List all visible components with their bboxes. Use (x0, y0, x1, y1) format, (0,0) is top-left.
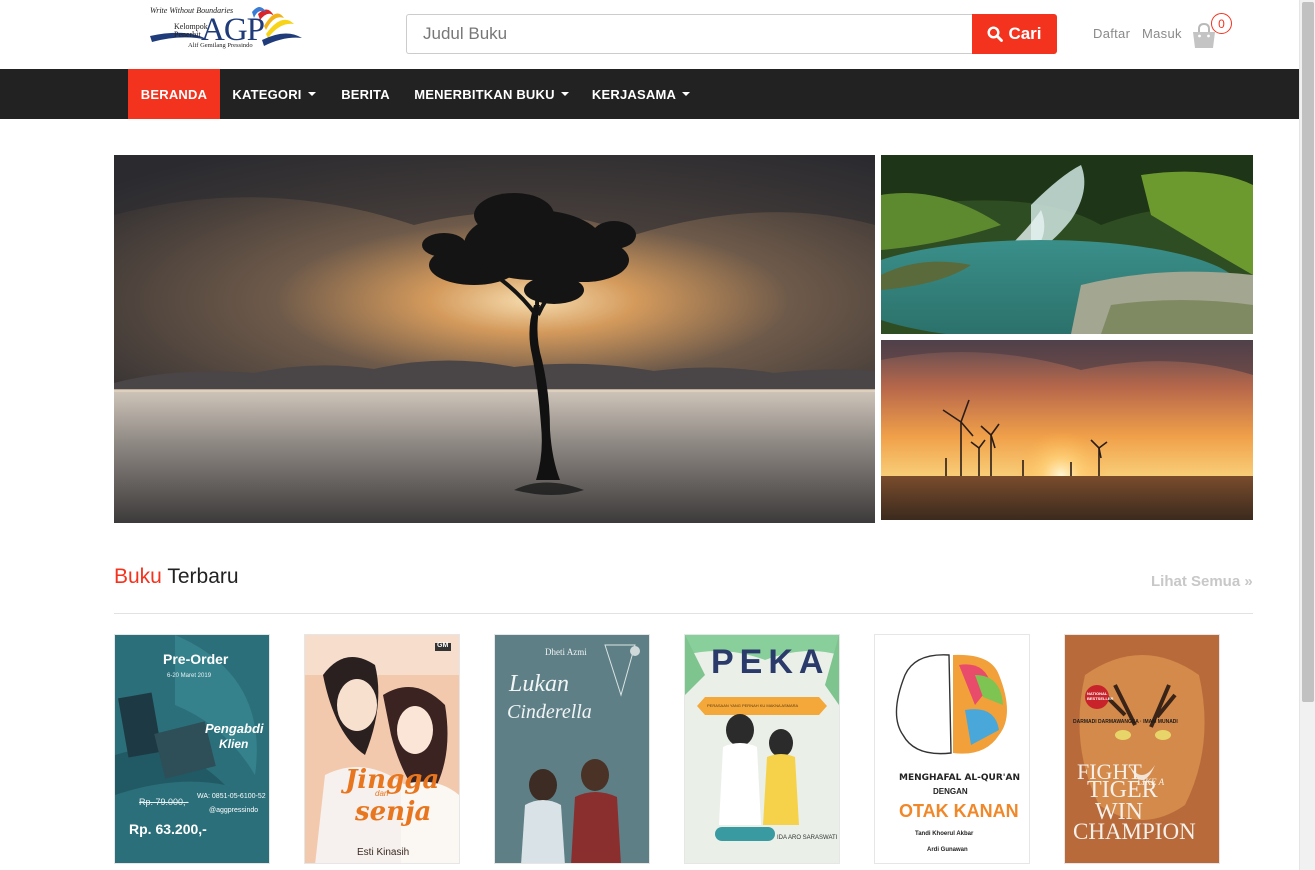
section-title-rest: Terbaru (167, 565, 239, 588)
search-button-label: Cari (1008, 24, 1042, 43)
cover-title3: OTAK KANAN (899, 801, 1019, 821)
login-link[interactable]: Masuk (1142, 26, 1182, 41)
scrollbar-thumb[interactable] (1302, 2, 1314, 702)
cover-title: PEKA (711, 643, 830, 681)
main-nav: BERANDA KATEGORI BERITA MENERBITKAN BUKU… (0, 69, 1299, 119)
cover-author2: Ardi Gunawan (927, 847, 968, 853)
cover-title2: Cinderella (507, 701, 592, 723)
cover-publisher: GM (437, 642, 449, 649)
caret-down-icon (682, 92, 691, 96)
banner-main-tree-lake[interactable] (114, 155, 875, 523)
caret-down-icon (560, 92, 569, 96)
cover-title1: MENGHAFAL AL-QUR'AN (899, 773, 1021, 783)
banner-waterfall-image (881, 155, 1253, 334)
cover-title1: Jingga (345, 765, 440, 795)
cover-author: IDA ARO SARASWATI (777, 835, 838, 841)
cover-badge: NATIONAL BESTSELLER (1087, 691, 1114, 701)
search-input[interactable] (406, 14, 972, 54)
site-logo[interactable]: Write Without Boundaries Kelompok Penerbi… (148, 4, 302, 54)
cover-title5: CHAMPION (1073, 819, 1196, 844)
cover-authors: DARMADI DARMAWANGSA · IMAM MUNADI (1073, 719, 1178, 725)
cover-title2: DENGAN (933, 787, 968, 796)
nav-menerbitkan-buku-label: MENERBITKAN BUKU (414, 86, 555, 102)
book-cover-fight-like-a-tiger[interactable]: NATIONAL BESTSELLER DARMADI DARMAWANGSA … (1065, 635, 1219, 863)
cover-title3: senja (355, 797, 432, 827)
search-icon (987, 26, 1004, 42)
caret-down-icon (307, 92, 316, 96)
book-cover-art (495, 635, 649, 863)
cover-subtitle: PERASAAN YANG PERNAH KU MAKNA ASMARA (707, 703, 799, 708)
section-title-accent: Buku (114, 565, 162, 588)
logo-company: Alif Gemilang Pressindo (188, 42, 253, 49)
nav-menerbitkan-buku[interactable]: MENERBITKAN BUKU (403, 69, 580, 119)
banner-wind-turbines-sunset[interactable] (881, 340, 1253, 520)
nav-beranda-label: BERANDA (140, 86, 208, 102)
nav-berita[interactable]: BERITA (328, 69, 403, 119)
nav-beranda[interactable]: BERANDA (128, 69, 220, 119)
cover-author: Esti Kinasih (357, 847, 410, 858)
book-cover-otak-kanan[interactable]: MENGHAFAL AL-QUR'AN DENGAN OTAK KANAN Ta… (875, 635, 1029, 863)
cover-title1: Lukan (509, 671, 569, 697)
banner-waterfall[interactable] (881, 155, 1253, 334)
nav-kerjasama[interactable]: KERJASAMA (580, 69, 702, 119)
cover-price: Rp. 63.200,- (129, 821, 207, 837)
search-form: Cari (406, 14, 1057, 54)
book-card[interactable]: Pre-Order 6-20 Maret 2019 Pengabdi Klien… (114, 634, 270, 864)
cover-dates: 6-20 Maret 2019 (167, 673, 212, 679)
cover-title1: Pengabdi (205, 721, 264, 736)
page-scrollbar[interactable] (1299, 0, 1315, 870)
cover-wa: WA: 0851-05-6100-52 (197, 793, 266, 800)
book-card[interactable]: NATIONAL BESTSELLER DARMADI DARMAWANGSA … (1064, 634, 1220, 864)
header: Write Without Boundaries Kelompok Penerbi… (0, 0, 1299, 69)
book-card[interactable]: PEKA PERASAAN YANG PERNAH KU MAKNA ASMAR… (684, 634, 840, 864)
page: Write Without Boundaries Kelompok Penerbi… (0, 0, 1299, 870)
nav-kategori[interactable]: KATEGORI (220, 69, 328, 119)
banner-wind-turbines-image (881, 340, 1253, 520)
cover-author1: Tandi Khoerul Akbar (915, 831, 974, 837)
book-card[interactable]: Dheti Azmi Lukan Cinderella (494, 634, 650, 864)
search-button[interactable]: Cari (972, 14, 1057, 54)
book-cover-art (875, 635, 1029, 863)
banner-tree-lake-image (114, 155, 875, 523)
book-cover-pengabdi-klien[interactable]: Pre-Order 6-20 Maret 2019 Pengabdi Klien… (115, 635, 269, 863)
cover-author: Dheti Azmi (545, 647, 587, 657)
cover-old-price: Rp. 79.000,- (139, 797, 189, 807)
section-divider (114, 613, 1253, 614)
book-card[interactable]: MENGHAFAL AL-QUR'AN DENGAN OTAK KANAN Ta… (874, 634, 1030, 864)
cover-title2: Klien (219, 737, 249, 751)
book-cover-art (305, 635, 459, 863)
nav-kategori-label: KATEGORI (232, 86, 302, 102)
cart-count-badge: 0 (1211, 13, 1232, 34)
nav-kerjasama-label: KERJASAMA (591, 86, 677, 102)
book-cover-lukan-cinderella[interactable]: Dheti Azmi Lukan Cinderella (495, 635, 649, 863)
book-cover-peka[interactable]: PEKA PERASAAN YANG PERNAH KU MAKNA ASMAR… (685, 635, 839, 863)
section-title-latest-books: Buku Terbaru (114, 565, 239, 589)
see-all-link[interactable]: Lihat Semua » (1151, 573, 1253, 590)
register-link[interactable]: Daftar (1093, 26, 1130, 41)
nav-berita-label: BERITA (341, 86, 390, 102)
cover-preorder: Pre-Order (163, 651, 229, 667)
book-card[interactable]: GM Jingga dan senja Esti Kinasih (304, 634, 460, 864)
cover-ig: @aggpressindo (209, 807, 259, 814)
book-cover-jingga-dan-senja[interactable]: GM Jingga dan senja Esti Kinasih (305, 635, 459, 863)
